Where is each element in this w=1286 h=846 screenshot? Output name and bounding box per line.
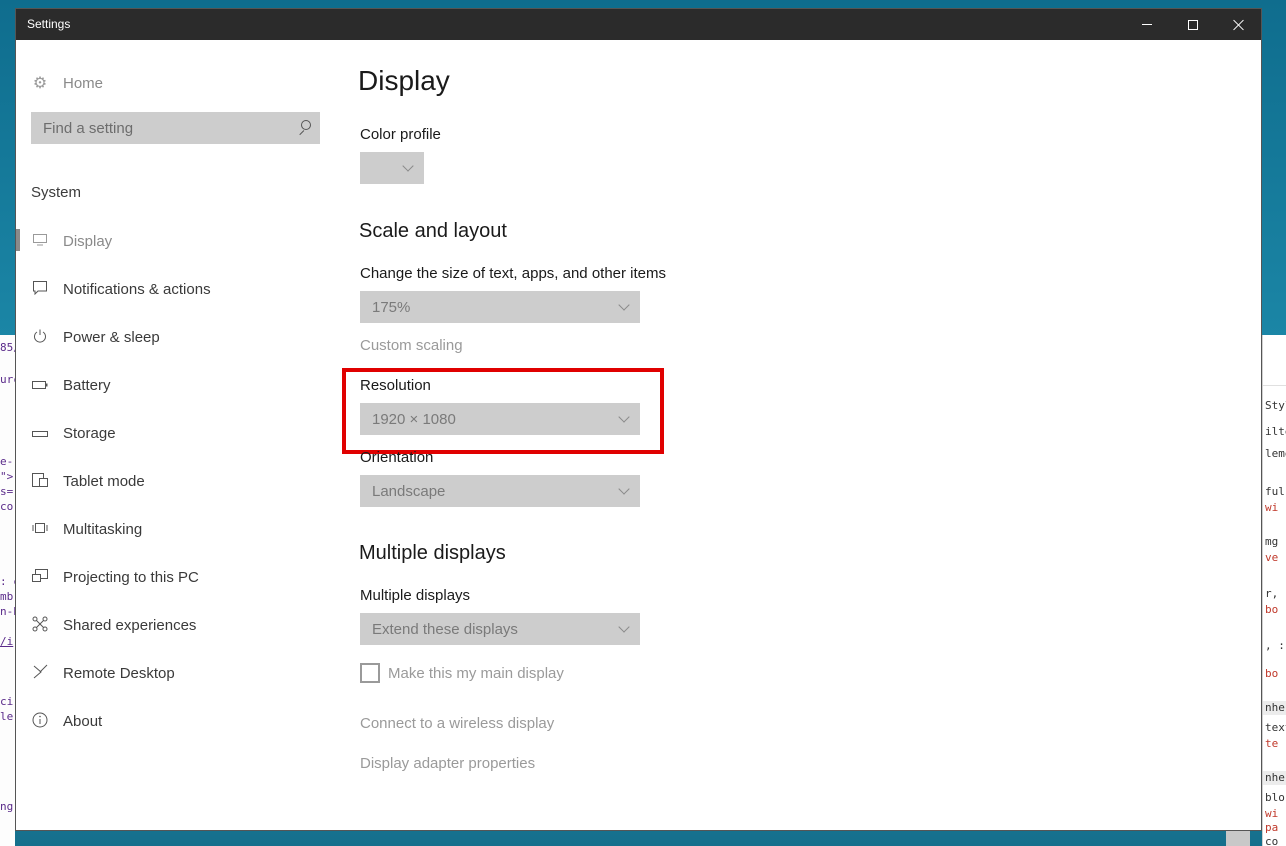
window-title: Settings	[27, 17, 71, 31]
settings-window: Settings ⚙ Home Find a setting System Di…	[15, 8, 1262, 831]
info-icon	[31, 712, 49, 731]
main-display-checkbox-row[interactable]: Make this my main display	[360, 663, 564, 683]
monitor-icon	[31, 233, 49, 249]
notification-icon	[31, 280, 49, 298]
background-scroll-block	[1226, 831, 1250, 846]
sidebar-item-label: About	[63, 712, 103, 730]
sidebar-item-battery[interactable]: Battery	[16, 361, 336, 409]
sidebar-nav: Display Notifications & actions Power & …	[16, 217, 336, 745]
tablet-icon	[31, 472, 49, 490]
sidebar: ⚙ Home Find a setting System Display Not…	[16, 40, 336, 830]
sidebar-item-label: Notifications & actions	[63, 280, 211, 298]
search-icon[interactable]	[290, 112, 320, 144]
maximize-button[interactable]	[1170, 9, 1216, 40]
main-content: Display Color profile Scale and layout C…	[342, 40, 1238, 830]
minimize-icon	[1142, 24, 1152, 25]
color-profile-dropdown[interactable]	[360, 152, 424, 184]
search-box[interactable]: Find a setting	[31, 112, 320, 144]
page-title: Display	[358, 65, 450, 96]
multitasking-icon	[31, 521, 49, 537]
custom-scaling-link[interactable]: Custom scaling	[360, 337, 463, 354]
orientation-value: Landscape	[372, 482, 446, 500]
sidebar-item-label: Multitasking	[63, 520, 143, 538]
sidebar-item-shared-experiences[interactable]: Shared experiences	[16, 601, 336, 649]
sidebar-item-remote-desktop[interactable]: Remote Desktop	[16, 649, 336, 697]
sidebar-item-label: Tablet mode	[63, 472, 145, 490]
search-input[interactable]: Find a setting	[43, 120, 290, 137]
storage-icon	[31, 425, 49, 441]
chevron-down-icon	[618, 620, 630, 633]
title-bar: Settings	[16, 9, 1261, 40]
power-icon	[31, 329, 49, 346]
home-label: Home	[63, 74, 104, 92]
main-display-checkbox[interactable]	[360, 663, 380, 683]
sidebar-item-label: Power & sleep	[63, 328, 160, 346]
sidebar-item-tablet-mode[interactable]: Tablet mode	[16, 457, 336, 505]
sidebar-item-label: Shared experiences	[63, 616, 197, 634]
sidebar-item-display[interactable]: Display	[16, 217, 336, 265]
chevron-down-icon	[402, 159, 414, 172]
size-label: Change the size of text, apps, and other…	[360, 265, 667, 282]
scale-dropdown[interactable]: 175%	[360, 291, 640, 323]
sidebar-item-storage[interactable]: Storage	[16, 409, 336, 457]
scale-layout-heading: Scale and layout	[359, 220, 507, 242]
shared-icon	[31, 616, 49, 635]
resolution-highlight-box	[342, 368, 664, 454]
sidebar-item-projecting[interactable]: Projecting to this PC	[16, 553, 336, 601]
projecting-icon	[31, 568, 49, 586]
close-button[interactable]	[1216, 9, 1262, 40]
sidebar-item-label: Remote Desktop	[63, 664, 175, 682]
sidebar-item-label: Battery	[63, 376, 111, 394]
sidebar-item-label: Display	[63, 232, 113, 250]
multiple-displays-heading: Multiple displays	[359, 542, 506, 564]
sidebar-item-notifications[interactable]: Notifications & actions	[16, 265, 336, 313]
gear-icon: ⚙	[32, 75, 48, 92]
maximize-icon	[1188, 19, 1198, 30]
orientation-dropdown[interactable]: Landscape	[360, 475, 640, 507]
multiple-displays-value: Extend these displays	[372, 620, 518, 638]
sidebar-item-label: Storage	[63, 424, 116, 442]
home-link[interactable]: ⚙ Home	[31, 73, 103, 93]
scale-value: 175%	[372, 298, 411, 316]
sidebar-item-about[interactable]: About	[16, 697, 336, 745]
section-label-system: System	[31, 184, 82, 201]
chevron-down-icon	[618, 482, 630, 495]
multiple-displays-dropdown[interactable]: Extend these displays	[360, 613, 640, 645]
minimize-button[interactable]	[1124, 9, 1170, 40]
display-adapter-link[interactable]: Display adapter properties	[360, 755, 535, 772]
remote-desktop-icon	[31, 664, 49, 683]
background-window-right: Style ilter leme ful wi mg ve r, : bo , …	[1262, 335, 1286, 846]
sidebar-item-label: Projecting to this PC	[63, 568, 199, 586]
color-profile-label: Color profile	[360, 126, 441, 143]
battery-icon	[31, 377, 49, 393]
chevron-down-icon	[618, 298, 630, 311]
wireless-display-link[interactable]: Connect to a wireless display	[360, 715, 554, 732]
orientation-label: Orientation	[360, 449, 434, 466]
background-window-left: 85/ urc e- "> s= co : c mb n-b /i ci le …	[0, 335, 15, 846]
main-display-checkbox-label: Make this my main display	[388, 664, 564, 682]
multiple-displays-label: Multiple displays	[360, 587, 471, 604]
sidebar-item-power-sleep[interactable]: Power & sleep	[16, 313, 336, 361]
sidebar-item-multitasking[interactable]: Multitasking	[16, 505, 336, 553]
close-icon	[1233, 19, 1245, 31]
